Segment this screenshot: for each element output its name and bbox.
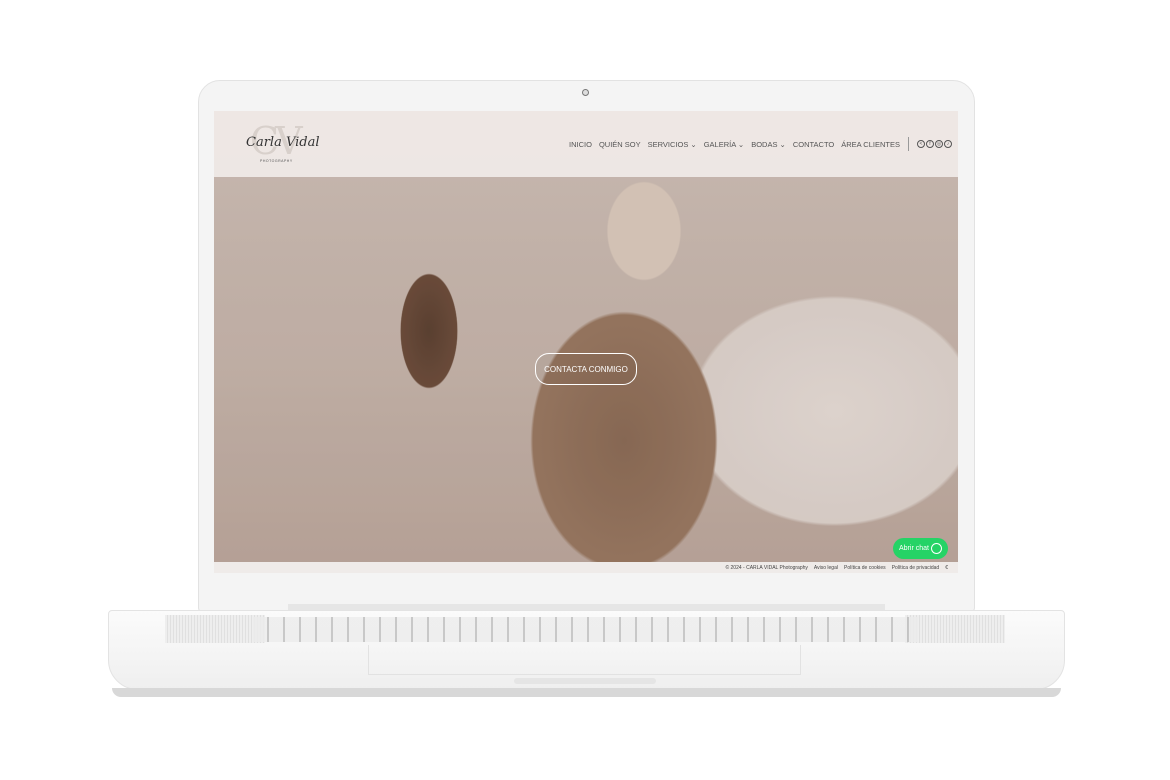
nav-divider: [908, 137, 909, 151]
trackpad: [368, 645, 801, 675]
copyright: © 2024 - CARLA VIDAL Photography: [725, 564, 808, 571]
cookie-icon[interactable]: €: [945, 565, 948, 571]
instagram-icon[interactable]: ◎: [935, 140, 943, 148]
facebook-icon[interactable]: f: [926, 140, 934, 148]
nav-contacto[interactable]: CONTACTO: [793, 140, 834, 149]
legal-link[interactable]: Aviso legal: [814, 565, 838, 571]
keyboard: [253, 617, 918, 642]
nav-area-clientes[interactable]: ÁREA CLIENTES: [841, 140, 900, 149]
whatsapp-chat-button[interactable]: Abrir chat: [893, 538, 948, 559]
nav-galeria[interactable]: GALERÍA ⌄: [704, 140, 744, 149]
nav-bodas[interactable]: BODAS ⌄: [751, 140, 786, 149]
privacy-link[interactable]: Política de privacidad: [892, 565, 940, 571]
main-nav: INICIO QUIÉN SOY SERVICIOS ⌄ GALERÍA ⌄ B…: [569, 137, 952, 151]
share-icon[interactable]: <: [917, 140, 925, 148]
speaker-left: [165, 615, 265, 643]
logo[interactable]: CV Carla Vidal PHOTOGRAPHY: [244, 119, 320, 169]
site-header: CV Carla Vidal PHOTOGRAPHY INICIO QUIÉN …: [214, 111, 958, 177]
cookies-link[interactable]: Política de cookies: [844, 565, 886, 571]
nav-inicio[interactable]: INICIO: [569, 140, 592, 149]
chat-label: Abrir chat: [899, 545, 929, 552]
webcam: [582, 89, 589, 96]
logo-signature: Carla Vidal: [246, 135, 320, 150]
tiktok-icon[interactable]: ♪: [944, 140, 952, 148]
website-screen: CV Carla Vidal PHOTOGRAPHY INICIO QUIÉN …: [214, 111, 958, 573]
lid-notch: [514, 678, 656, 684]
nav-quien-soy[interactable]: QUIÉN SOY: [599, 140, 641, 149]
site-footer: © 2024 - CARLA VIDAL Photography Aviso l…: [214, 562, 958, 573]
contact-button[interactable]: CONTACTA CONMIGO: [535, 353, 637, 385]
laptop-edge: [112, 688, 1061, 697]
logo-tagline: PHOTOGRAPHY: [260, 159, 293, 163]
whatsapp-icon: [931, 543, 942, 554]
nav-servicios[interactable]: SERVICIOS ⌄: [648, 140, 697, 149]
hero-overlay: [214, 111, 958, 573]
speaker-right: [905, 615, 1005, 643]
